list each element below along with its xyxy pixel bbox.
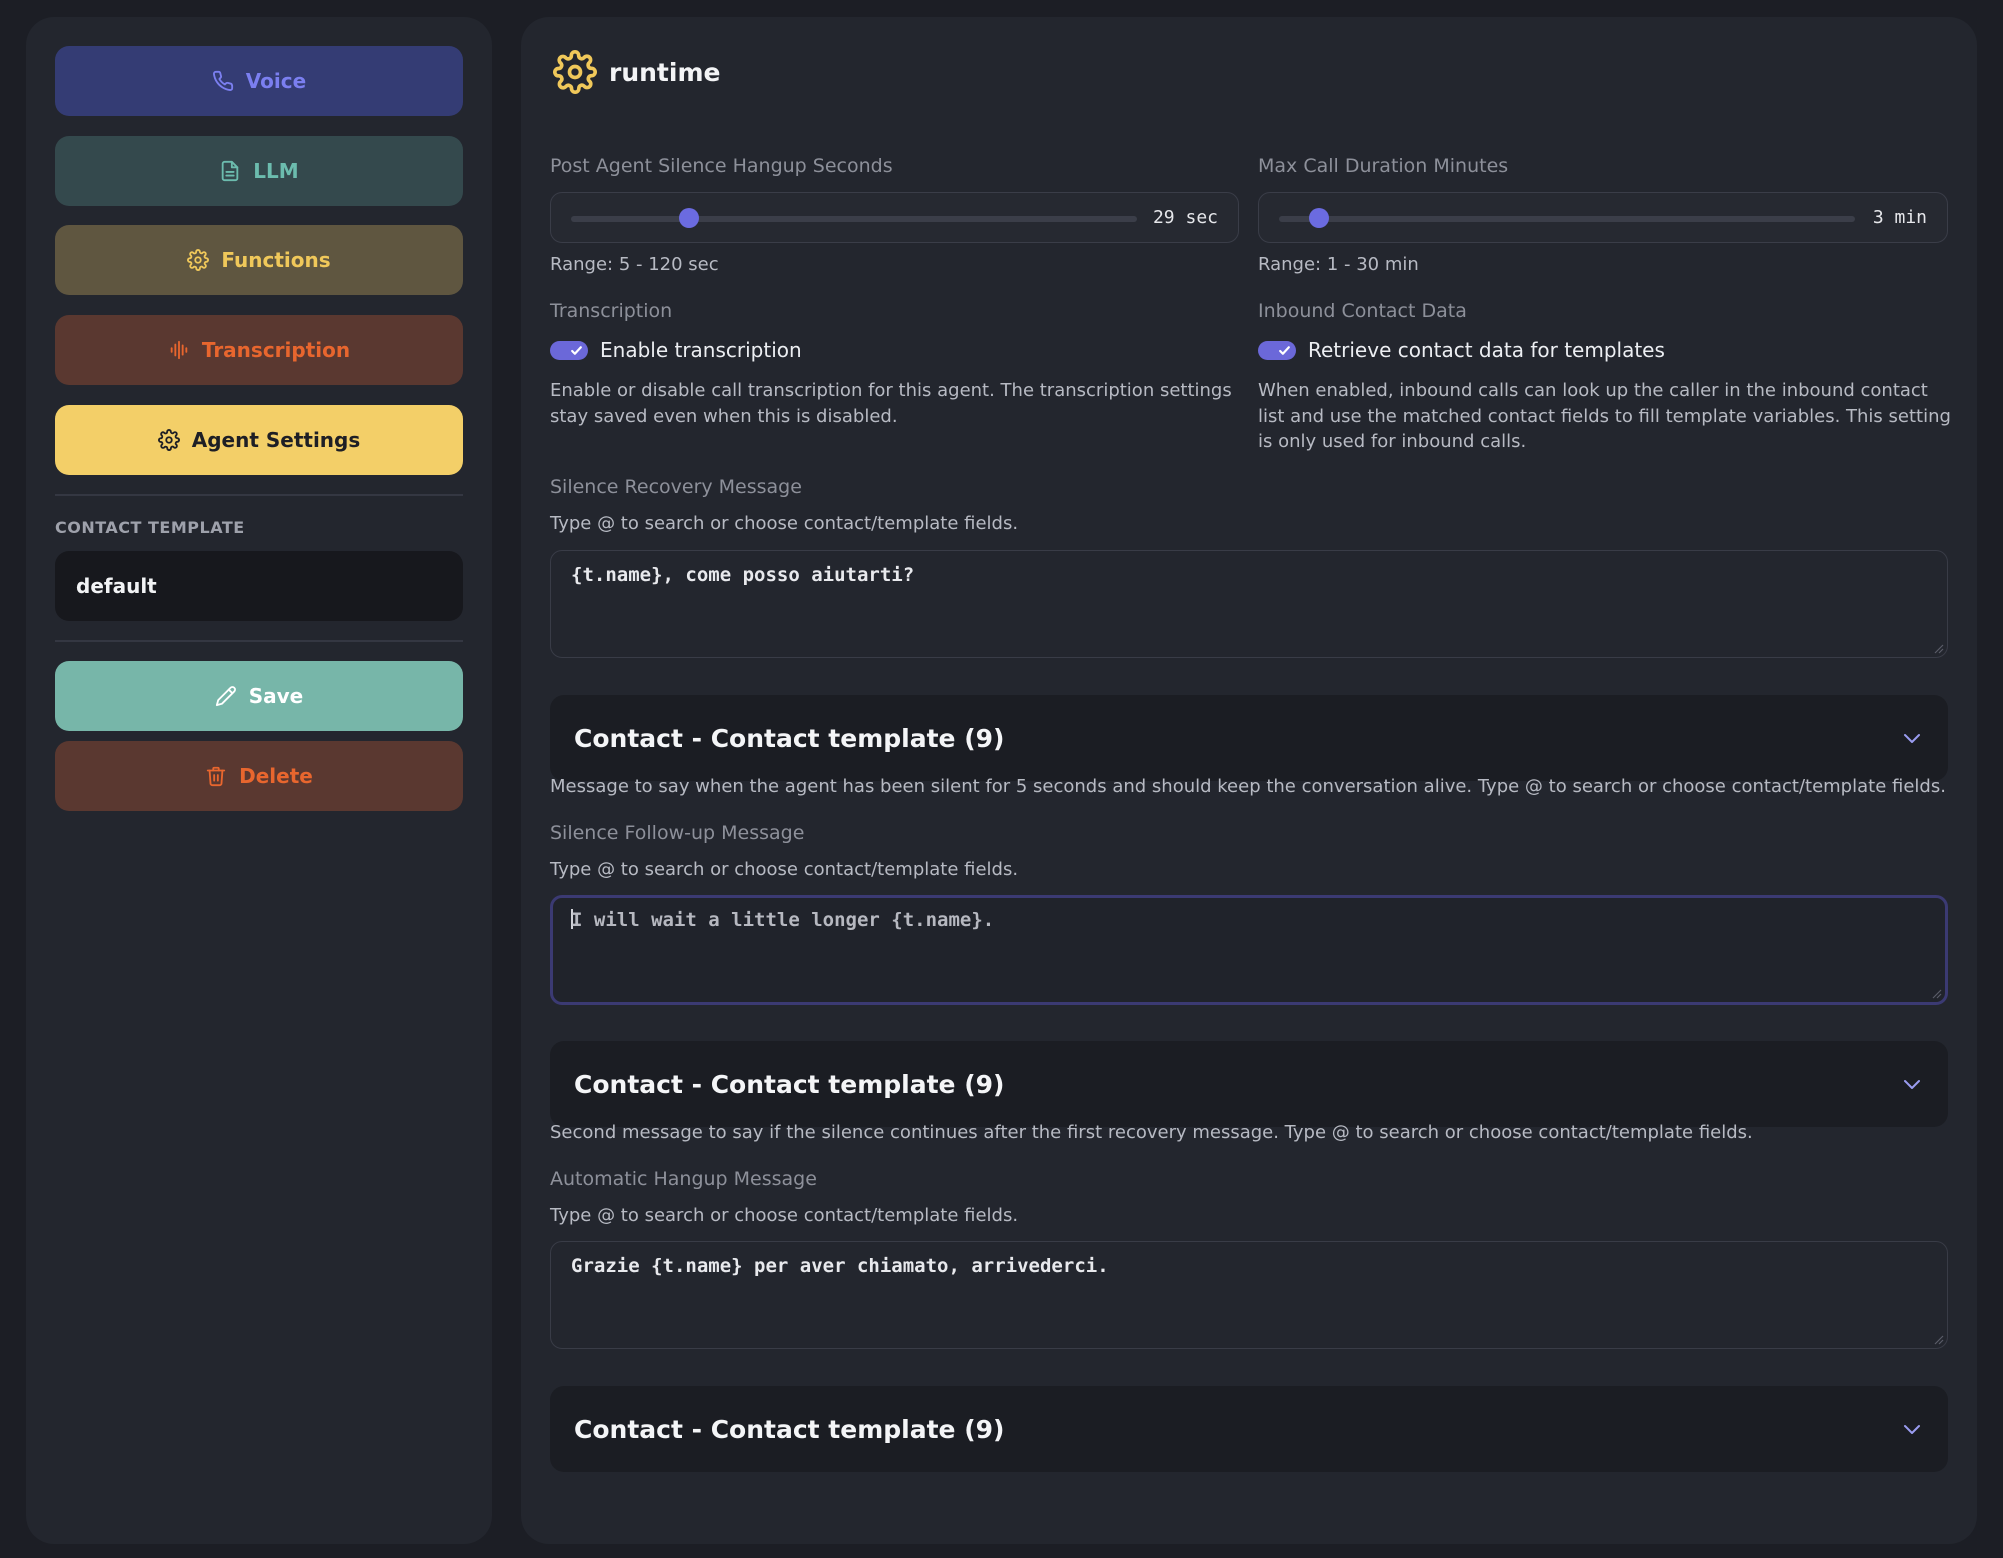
transcription-label: Transcription — [550, 300, 673, 322]
transcription-tab-label: Transcription — [201, 338, 351, 362]
sidebar-divider — [55, 494, 463, 496]
max-duration-slider-track[interactable] — [1279, 216, 1855, 222]
max-duration-value: 3 min — [1872, 207, 1927, 228]
auto-hangup-textarea[interactable]: Grazie {t.name} per aver chiamato, arriv… — [550, 1241, 1948, 1349]
max-duration-slider-thumb[interactable] — [1308, 208, 1329, 228]
audio-waveform-icon — [170, 340, 188, 360]
save-button-label: Save — [248, 684, 304, 708]
gear-icon — [553, 50, 597, 94]
resize-handle-icon[interactable] — [1934, 1335, 1944, 1345]
post-silence-slider-thumb[interactable] — [679, 208, 700, 228]
check-icon — [571, 345, 582, 355]
silence-recovery-contact-accordion[interactable]: Contact - Contact template (9) — [550, 695, 1948, 781]
inbound-toggle-row: Retrieve contact data for templates — [1258, 338, 1665, 362]
transcription-tab-button[interactable]: Transcription — [55, 315, 463, 385]
auto-hangup-label: Automatic Hangup Message — [550, 1168, 817, 1190]
voice-tab-button[interactable]: Voice — [55, 46, 463, 116]
transcription-description: Enable or disable call transcription for… — [550, 380, 1232, 427]
trash-icon — [206, 766, 226, 787]
chevron-down-icon — [1904, 1080, 1920, 1089]
chevron-down-icon — [1904, 734, 1920, 743]
page-title: runtime — [609, 57, 721, 87]
phone-icon — [212, 70, 233, 91]
llm-tab-label: LLM — [253, 159, 299, 183]
contact-template-select[interactable]: default — [55, 551, 463, 621]
accordion-title: Contact - Contact template (9) — [574, 723, 1005, 753]
silence-followup-text: I will wait a little longer {t.name}. — [571, 909, 995, 931]
silence-recovery-hint: Type @ to search or choose contact/templ… — [550, 513, 1019, 534]
resize-handle-icon[interactable] — [1934, 644, 1944, 654]
silence-followup-contact-accordion[interactable]: Contact - Contact template (9) — [550, 1041, 1948, 1127]
llm-tab-button[interactable]: LLM — [55, 136, 463, 206]
agent-settings-tab-button[interactable]: Agent Settings — [55, 405, 463, 475]
transcription-toggle[interactable] — [550, 340, 588, 360]
post-silence-value: 29 sec — [1152, 207, 1218, 228]
chevron-down-icon — [1904, 1425, 1920, 1434]
functions-tab-button[interactable]: Functions — [55, 225, 463, 295]
transcription-toggle-label: Enable transcription — [600, 338, 802, 362]
max-duration-range: Range: 1 - 30 min — [1258, 254, 1419, 275]
delete-button[interactable]: Delete — [55, 741, 463, 811]
silence-followup-hint: Type @ to search or choose contact/templ… — [550, 859, 1019, 880]
inbound-contact-label: Inbound Contact Data — [1258, 300, 1467, 322]
silence-recovery-text: {t.name}, come posso aiutarti? — [571, 564, 915, 586]
post-silence-slider-box: 29 sec — [550, 192, 1239, 243]
inbound-toggle-label: Retrieve contact data for templates — [1308, 338, 1665, 362]
resize-handle-icon[interactable] — [1932, 989, 1942, 999]
silence-followup-description: Second message to say if the silence con… — [550, 1122, 1753, 1143]
accordion-title: Contact - Contact template (9) — [574, 1414, 1005, 1444]
inbound-contact-toggle[interactable] — [1258, 340, 1296, 360]
check-icon — [1279, 345, 1290, 355]
silence-followup-label: Silence Follow-up Message — [550, 822, 805, 844]
post-silence-label: Post Agent Silence Hangup Seconds — [550, 155, 893, 177]
post-silence-slider-track[interactable] — [571, 216, 1137, 222]
auto-hangup-hint: Type @ to search or choose contact/templ… — [550, 1205, 1019, 1226]
runtime-panel: runtime Post Agent Silence Hangup Second… — [521, 17, 1977, 1544]
max-duration-label: Max Call Duration Minutes — [1258, 155, 1509, 177]
document-icon — [222, 160, 239, 182]
silence-followup-textarea[interactable]: I will wait a little longer {t.name}. — [550, 895, 1948, 1005]
post-silence-range: Range: 5 - 120 sec — [550, 254, 719, 275]
silence-recovery-description: Message to say when the agent has been s… — [550, 776, 1946, 797]
agent-settings-tab-label: Agent Settings — [191, 428, 361, 452]
functions-tab-label: Functions — [221, 248, 331, 272]
inbound-contact-description: When enabled, inbound calls can look up … — [1258, 380, 1951, 452]
pencil-icon — [215, 686, 236, 707]
panel-header: runtime — [553, 50, 720, 94]
auto-hangup-contact-accordion[interactable]: Contact - Contact template (9) — [550, 1386, 1948, 1472]
max-duration-slider-box: 3 min — [1258, 192, 1948, 243]
silence-recovery-textarea[interactable]: {t.name}, come posso aiutarti? — [550, 550, 1948, 658]
gear-icon — [157, 429, 180, 451]
save-button[interactable]: Save — [55, 661, 463, 731]
gear-icon — [187, 249, 210, 271]
sidebar-divider — [55, 640, 463, 642]
voice-tab-label: Voice — [245, 69, 307, 93]
accordion-title: Contact - Contact template (9) — [574, 1069, 1005, 1099]
silence-recovery-label: Silence Recovery Message — [550, 476, 802, 498]
delete-button-label: Delete — [239, 764, 313, 788]
contact-template-heading: CONTACT TEMPLATE — [55, 518, 245, 537]
sidebar: Voice LLM Functions Transcription Agent … — [26, 17, 492, 1544]
transcription-toggle-row: Enable transcription — [550, 338, 802, 362]
auto-hangup-text: Grazie {t.name} per aver chiamato, arriv… — [571, 1255, 1109, 1277]
